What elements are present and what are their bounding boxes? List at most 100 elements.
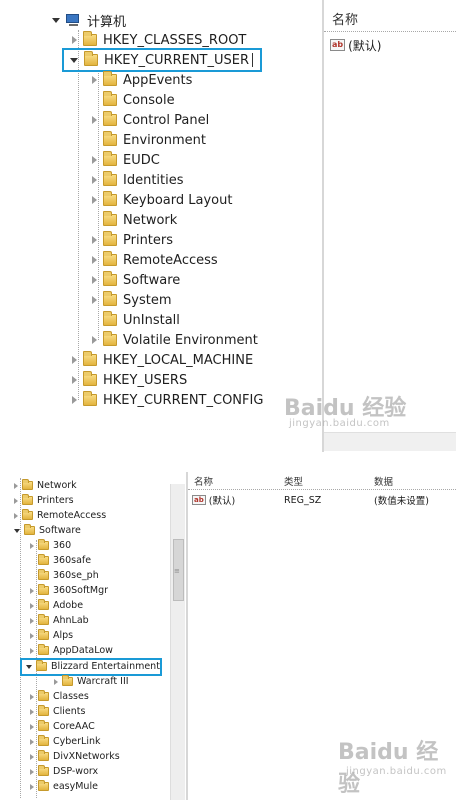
tree-node-label: HKEY_USERS (103, 372, 188, 388)
tree-node-computer[interactable]: 计算机 (52, 10, 126, 30)
tree-node-cyberlink[interactable]: CyberLink (30, 734, 101, 749)
tree-node-divxnetworks[interactable]: DivXNetworks (30, 749, 120, 764)
vertical-scrollbar[interactable]: ≡ (170, 484, 185, 800)
expand-arrow-icon[interactable] (30, 542, 34, 549)
tree-node-ahnlab[interactable]: AhnLab (30, 613, 89, 628)
tree-node-appdatalow[interactable]: AppDataLow (30, 643, 113, 658)
expand-arrow-icon[interactable] (92, 116, 97, 124)
expand-arrow-icon[interactable] (14, 512, 18, 519)
column-header-data[interactable]: 数据 (374, 474, 393, 488)
collapse-arrow-icon[interactable] (14, 528, 20, 533)
tree-node-clients[interactable]: Clients (30, 704, 85, 719)
expand-arrow-icon[interactable] (30, 617, 34, 624)
expand-arrow-icon[interactable] (72, 356, 77, 364)
tree-node-360[interactable]: 360 (30, 538, 71, 553)
expand-arrow-icon[interactable] (14, 482, 18, 489)
expand-arrow-icon[interactable] (30, 738, 34, 745)
tree-node-remoteaccess[interactable]: RemoteAccess (14, 508, 106, 523)
tree-node-network[interactable]: Network (92, 210, 177, 230)
expand-arrow-icon[interactable] (92, 336, 97, 344)
value-data: (数值未设置) (374, 496, 429, 507)
tree-node-uninstall[interactable]: UnInstall (92, 310, 180, 330)
tree-node-printers[interactable]: Printers (92, 230, 173, 250)
tree-node-printers[interactable]: Printers (14, 493, 74, 508)
tree-node-hkey-classes-root[interactable]: HKEY_CLASSES_ROOT (72, 30, 246, 50)
tree-node-360se-ph[interactable]: 360se_ph (30, 568, 99, 583)
tree-node-keyboard-layout[interactable]: Keyboard Layout (92, 190, 232, 210)
tree-node-classes[interactable]: Classes (30, 689, 89, 704)
tree-node-volatile-environment[interactable]: Volatile Environment (92, 330, 258, 350)
expand-arrow-icon[interactable] (30, 753, 34, 760)
value-row-default[interactable]: ab (默认) (330, 36, 382, 54)
tree-node-system[interactable]: System (92, 290, 171, 310)
expand-arrow-icon[interactable] (30, 632, 34, 639)
tree-node-label: 360safe (53, 555, 92, 566)
tree-node-label: RemoteAccess (37, 510, 107, 521)
column-header-name[interactable]: 名称 (324, 8, 358, 28)
tree-node-software[interactable]: Software (92, 270, 180, 290)
tree-node-warcraft-iii[interactable]: Warcraft III (54, 674, 129, 689)
tree-node-360softmgr[interactable]: 360SoftMgr (30, 583, 108, 598)
tree-node-hkey-local-machine[interactable]: HKEY_LOCAL_MACHINE (72, 350, 253, 370)
expand-arrow-icon[interactable] (92, 256, 97, 264)
folder-icon (103, 291, 117, 306)
expand-arrow-icon[interactable] (72, 376, 77, 384)
tree-node-control-panel[interactable]: Control Panel (92, 110, 209, 130)
tree-node-software[interactable]: Software (14, 523, 81, 538)
pane-splitter[interactable] (322, 0, 324, 452)
expand-arrow-icon[interactable] (92, 76, 97, 84)
tree-node-hkey-current-user[interactable]: HKEY_CURRENT_USER (70, 50, 254, 70)
collapse-arrow-icon[interactable] (70, 57, 78, 63)
tree-node-adobe[interactable]: Adobe (30, 598, 83, 613)
expand-arrow-icon[interactable] (92, 196, 97, 204)
tree-node-360safe[interactable]: 360safe (30, 553, 91, 568)
expand-arrow-icon[interactable] (30, 602, 34, 609)
tree-node-eudc[interactable]: EUDC (92, 150, 160, 170)
pane-splitter[interactable] (186, 472, 188, 800)
folder-icon (103, 131, 117, 146)
tree-node-identities[interactable]: Identities (92, 170, 184, 190)
column-header-type[interactable]: 类型 (284, 474, 303, 488)
tree-node-appevents[interactable]: AppEvents (92, 70, 192, 90)
expand-arrow-icon[interactable] (30, 708, 34, 715)
expand-arrow-icon[interactable] (54, 678, 58, 685)
folder-icon (38, 554, 49, 565)
collapse-arrow-icon[interactable] (52, 17, 60, 23)
string-value-icon: ab (192, 495, 206, 505)
expand-arrow-icon[interactable] (92, 296, 97, 304)
tree-node-label: Control Panel (123, 112, 210, 128)
header-separator (188, 489, 456, 490)
horizontal-scrollbar[interactable] (324, 432, 456, 451)
tree-node-hkey-users[interactable]: HKEY_USERS (72, 370, 187, 390)
collapse-arrow-icon[interactable] (26, 664, 32, 669)
tree-node-remoteaccess[interactable]: RemoteAccess (92, 250, 218, 270)
folder-icon (38, 614, 49, 625)
expand-arrow-icon[interactable] (92, 236, 97, 244)
folder-icon (38, 735, 49, 746)
expand-arrow-icon[interactable] (30, 647, 34, 654)
tree-node-blizzard-entertainment[interactable]: Blizzard Entertainment (26, 659, 160, 674)
tree-node-alps[interactable]: Alps (30, 628, 73, 643)
tree-node-easymule[interactable]: easyMule (30, 779, 98, 794)
tree-node-label: Volatile Environment (123, 332, 258, 348)
tree-node-environment[interactable]: Environment (92, 130, 206, 150)
expand-arrow-icon[interactable] (92, 176, 97, 184)
tree-node-dsp-worx[interactable]: DSP-worx (30, 764, 98, 779)
expand-arrow-icon[interactable] (72, 36, 77, 44)
tree-node-label: Alps (53, 630, 74, 641)
expand-arrow-icon[interactable] (72, 396, 77, 404)
expand-arrow-icon[interactable] (92, 276, 97, 284)
expand-arrow-icon[interactable] (30, 783, 34, 790)
expand-arrow-icon[interactable] (30, 587, 34, 594)
tree-node-console[interactable]: Console (92, 90, 175, 110)
expand-arrow-icon[interactable] (14, 497, 18, 504)
expand-arrow-icon[interactable] (30, 693, 34, 700)
expand-arrow-icon[interactable] (92, 156, 97, 164)
value-row-default[interactable]: ab (默认) (192, 493, 235, 507)
expand-arrow-icon[interactable] (30, 768, 34, 775)
tree-node-coreaac[interactable]: CoreAAC (30, 719, 95, 734)
tree-node-hkey-current-config[interactable]: HKEY_CURRENT_CONFIG (72, 390, 263, 410)
expand-arrow-icon[interactable] (30, 723, 34, 730)
tree-node-network[interactable]: Network (14, 478, 77, 493)
column-header-name[interactable]: 名称 (194, 474, 213, 488)
